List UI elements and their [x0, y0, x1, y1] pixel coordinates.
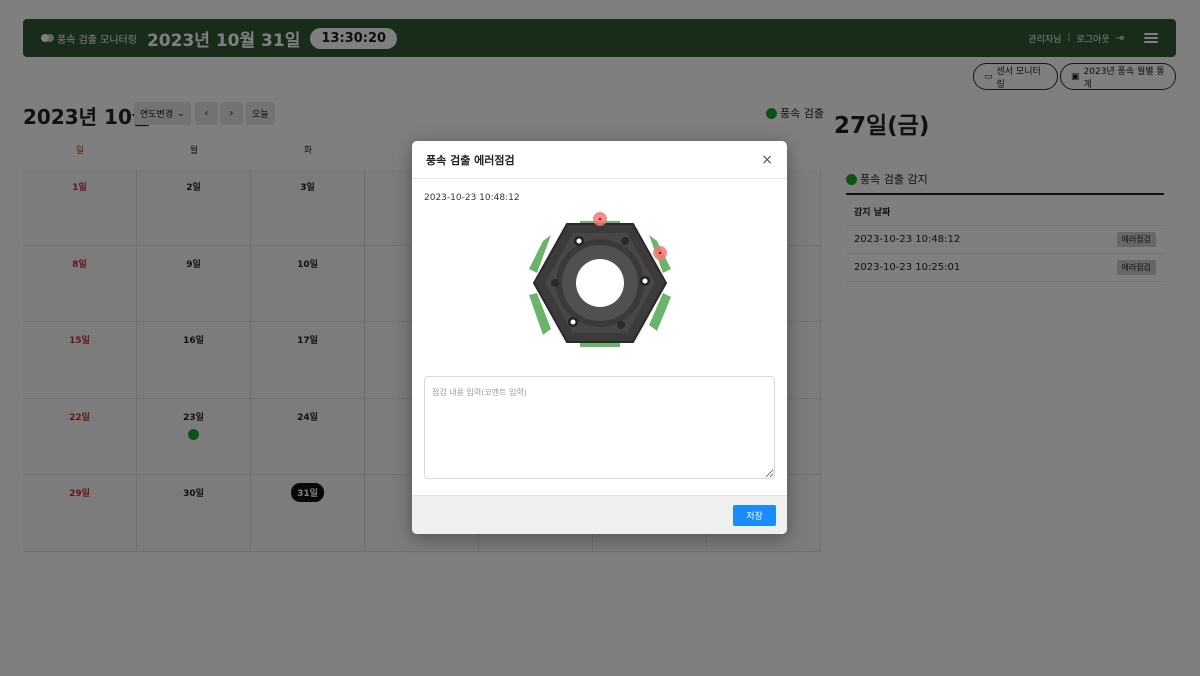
detection-timestamp: 2023-10-23 10:48:12 [424, 193, 520, 203]
sensor-image [528, 212, 671, 347]
close-icon[interactable]: × [761, 152, 773, 168]
save-button[interactable]: 저장 [733, 504, 776, 526]
comment-input[interactable] [424, 376, 775, 479]
modal-title: 풍속 검출 에러점검 [426, 153, 515, 167]
modal-body: 2023-10-23 10:48:12 [412, 179, 787, 493]
modal-header: 풍속 검출 에러점검 × [412, 141, 787, 179]
error-check-modal: 풍속 검출 에러점검 × 2023-10-23 10:48:12 점검 내용 입… [412, 141, 787, 534]
modal-footer: 저장 [412, 495, 787, 534]
